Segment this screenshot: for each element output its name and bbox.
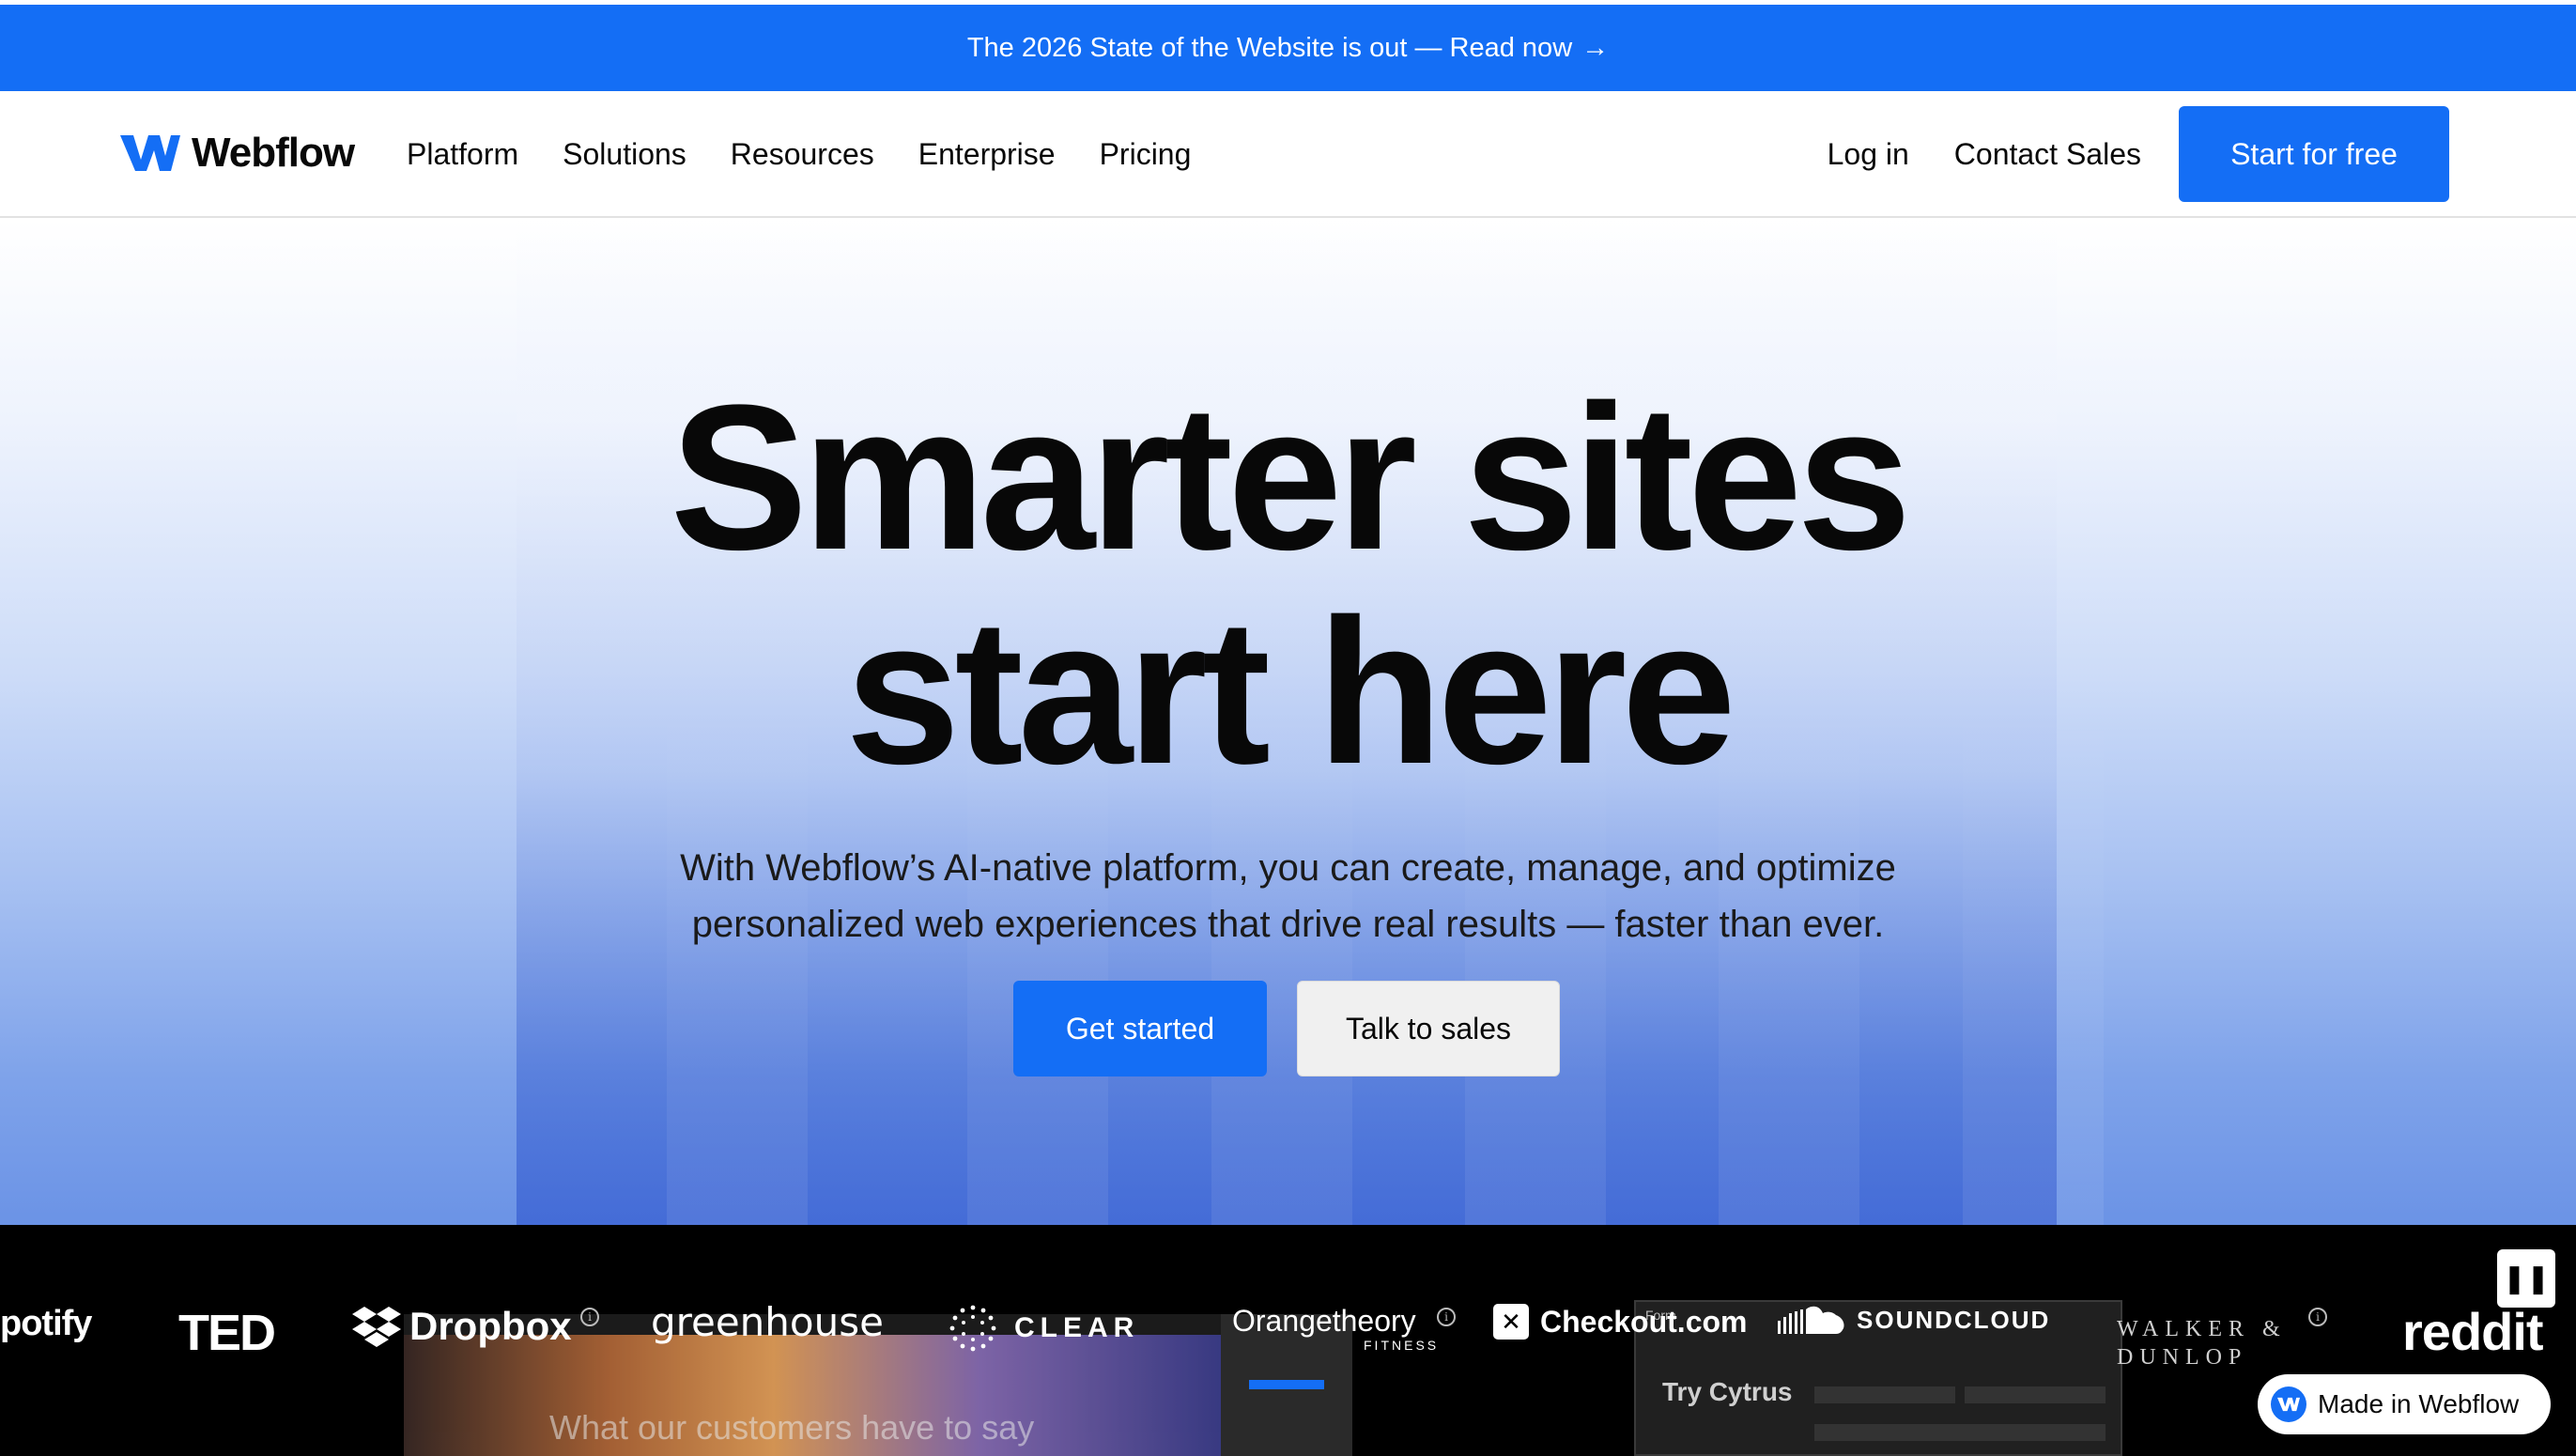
clear-text: CLEAR: [1014, 1312, 1140, 1343]
logo-ted: TED: [178, 1305, 276, 1361]
selection-bar: [1249, 1380, 1324, 1389]
checkout-icon: ✕: [1493, 1304, 1529, 1340]
logo-orangetheory: Orangetheory FITNESS: [1232, 1304, 1436, 1353]
form-field: [1965, 1386, 2106, 1403]
hero-buttons: Get started Talk to sales: [1013, 981, 1560, 1077]
webflow-logo[interactable]: Webflow: [120, 125, 355, 181]
logo-soundcloud: SOUNDCLOUD: [1778, 1304, 2050, 1336]
badge-text: Made in Webflow: [2318, 1389, 2520, 1418]
form-field: [1814, 1386, 1955, 1403]
form-title: Try Cytrus: [1662, 1377, 1793, 1406]
soundcloud-icon: [1778, 1306, 1844, 1334]
start-for-free-button[interactable]: Start for free: [2179, 106, 2449, 202]
hero-section: Smarter sites start here With Webflow’s …: [0, 220, 2576, 1225]
arrow-right-icon: →: [1581, 32, 1610, 63]
hero-title-line: Smarter sites: [670, 362, 1911, 593]
main-nav: Webflow Platform Solutions Resources Ent…: [0, 91, 2576, 218]
walker-line2: DUNLOP: [2117, 1345, 2248, 1370]
form-field: [1814, 1424, 2106, 1441]
contact-sales-link[interactable]: Contact Sales: [1954, 137, 2141, 172]
talk-to-sales-button[interactable]: Talk to sales: [1297, 981, 1560, 1077]
dropbox-icon: [352, 1307, 401, 1347]
nav-item-platform[interactable]: Platform: [407, 137, 518, 172]
info-icon[interactable]: i: [2308, 1308, 2327, 1326]
login-link[interactable]: Log in: [1828, 137, 1909, 172]
announcement-text[interactable]: The 2026 State of the Website is out — R…: [967, 33, 1572, 64]
logo-checkout: ✕ Checkout.com: [1493, 1304, 1747, 1340]
webflow-logo-icon: [120, 135, 180, 171]
clear-icon: [949, 1305, 996, 1352]
made-in-webflow-badge[interactable]: Made in Webflow: [2258, 1374, 2551, 1434]
nav-links: Platform Solutions Resources Enterprise …: [407, 91, 1235, 218]
webflow-badge-icon: [2271, 1386, 2306, 1422]
hero-subtitle-line: personalized web experiences that drive …: [691, 904, 1885, 945]
dropbox-text: Dropbox: [409, 1304, 572, 1348]
showcase-caption: What our customers have to say: [549, 1408, 1035, 1447]
checkout-text: Checkout.com: [1540, 1304, 1748, 1339]
logo-walker-dunlop: WALKER & DUNLOP: [2117, 1315, 2287, 1371]
hero-subtitle-line: With Webflow’s AI-native platform, you c…: [680, 847, 1896, 889]
announcement-bar[interactable]: The 2026 State of the Website is out — R…: [0, 5, 2576, 91]
logo-greenhouse: greenhouse: [651, 1299, 884, 1345]
nav-actions: Log in Contact Sales Start for free: [1828, 106, 2449, 202]
nav-item-enterprise[interactable]: Enterprise: [918, 137, 1056, 172]
orangetheory-subtext: FITNESS: [1364, 1338, 1440, 1353]
info-icon[interactable]: i: [580, 1308, 599, 1326]
pause-icon: ❚❚: [2502, 1262, 2551, 1294]
pause-button[interactable]: ❚❚: [2497, 1249, 2555, 1308]
logo-spotify: potify: [0, 1304, 92, 1343]
info-icon[interactable]: i: [1437, 1308, 1456, 1326]
logo-reddit: reddit: [2402, 1302, 2544, 1361]
orangetheory-text: Orangetheory: [1232, 1304, 1416, 1338]
soundcloud-text: SOUNDCLOUD: [1857, 1305, 2051, 1334]
nav-item-pricing[interactable]: Pricing: [1100, 137, 1192, 172]
nav-item-solutions[interactable]: Solutions: [563, 137, 686, 172]
hero-title: Smarter sites start here: [0, 370, 2576, 798]
logo-dropbox: Dropbox: [351, 1304, 572, 1349]
logo-clear: CLEAR: [949, 1304, 1139, 1353]
walker-line1: WALKER &: [2117, 1317, 2287, 1341]
nav-item-resources[interactable]: Resources: [731, 137, 874, 172]
logo-text: Webflow: [192, 130, 355, 176]
hero-subtitle: With Webflow’s AI-native platform, you c…: [0, 840, 2576, 953]
get-started-button[interactable]: Get started: [1013, 981, 1267, 1077]
hero-title-line: start here: [845, 576, 1736, 807]
